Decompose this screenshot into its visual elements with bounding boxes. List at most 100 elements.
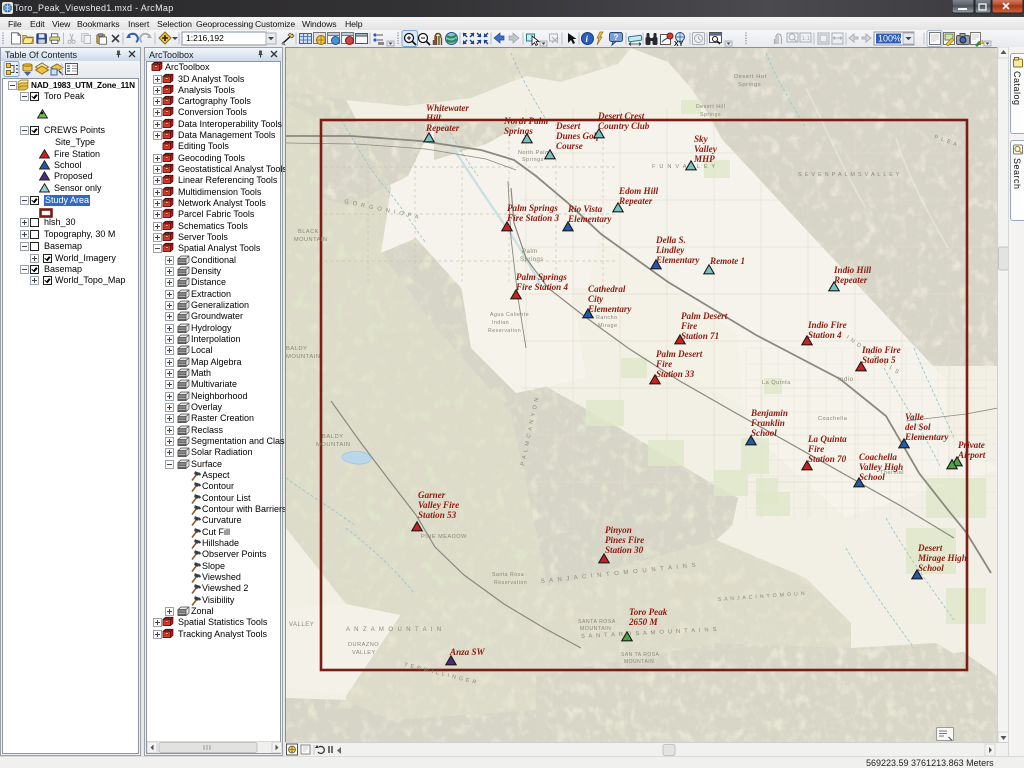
svg-text:Cathedral: Cathedral	[588, 284, 626, 294]
svg-text:Fire: Fire	[680, 321, 697, 331]
svg-text:del Sol: del Sol	[905, 422, 931, 432]
svg-text:Fire: Fire	[655, 359, 672, 369]
svg-text:Garner: Garner	[418, 490, 446, 500]
svg-text:Station 33: Station 33	[656, 369, 695, 379]
svg-text:Santa Rosa: Santa Rosa	[492, 572, 524, 578]
svg-text:Valle: Valle	[905, 412, 924, 422]
svg-text:1:1: 1:1	[802, 36, 811, 42]
svg-text:Elementary: Elementary	[655, 255, 700, 265]
svg-text:Hill: Hill	[425, 113, 441, 123]
svg-text:Edom Hill: Edom Hill	[618, 186, 659, 196]
svg-text:A N Z A M O U N T A I N: A N Z A M O U N T A I N	[346, 627, 443, 633]
svg-text:Springs: Springs	[520, 257, 544, 263]
svg-text:VALLEY: VALLEY	[352, 650, 376, 656]
svg-text:Fire Station 3: Fire Station 3	[506, 213, 560, 223]
svg-text:Desert Crest: Desert Crest	[597, 111, 645, 121]
svg-text:Desert: Desert	[917, 543, 943, 553]
svg-text:Course: Course	[556, 141, 583, 151]
svg-text:Palm Springs: Palm Springs	[507, 203, 558, 213]
svg-text:BALDY: BALDY	[286, 346, 308, 352]
svg-text:Coachella: Coachella	[818, 416, 848, 422]
svg-text:Repeater: Repeater	[618, 196, 653, 206]
svg-text:School: School	[859, 472, 885, 482]
svg-text:Springs: Springs	[504, 126, 533, 136]
svg-text:Pinyon: Pinyon	[605, 525, 632, 535]
svg-text:Rio Vista: Rio Vista	[567, 204, 603, 214]
svg-text:Sky: Sky	[694, 134, 709, 144]
svg-text:Mirage High: Mirage High	[917, 553, 967, 563]
svg-text:MOUNTAIN: MOUNTAIN	[294, 237, 327, 243]
svg-text:Station 70: Station 70	[808, 454, 847, 464]
svg-text:Palm: Palm	[522, 249, 538, 255]
svg-text:BALDY: BALDY	[322, 434, 344, 440]
svg-text:Springs: Springs	[700, 112, 721, 118]
svg-text:MOUNTAIN: MOUNTAIN	[624, 659, 654, 665]
svg-text:BLACK: BLACK	[298, 229, 319, 235]
svg-text:MHP: MHP	[693, 154, 715, 164]
svg-text:Valley Fire: Valley Fire	[418, 500, 459, 510]
svg-text:MOUNTAIN: MOUNTAIN	[286, 354, 320, 360]
svg-text:100%: 100%	[878, 34, 901, 44]
svg-text:2650 M: 2650 M	[628, 617, 658, 627]
svg-text:?: ?	[614, 33, 619, 42]
svg-text:Elementary: Elementary	[587, 304, 632, 314]
svg-text:Valley High: Valley High	[859, 462, 903, 472]
svg-text:Lindley: Lindley	[655, 245, 685, 255]
svg-text:Indio Hill: Indio Hill	[833, 265, 872, 275]
svg-text:Desert: Desert	[555, 121, 581, 131]
svg-text:Airport: Airport	[957, 450, 986, 460]
svg-text:Station 53: Station 53	[418, 510, 457, 520]
svg-text:North Palm: North Palm	[503, 116, 548, 126]
svg-text:Mirage: Mirage	[598, 323, 617, 329]
svg-text:Indio Fire: Indio Fire	[861, 345, 901, 355]
svg-text:Desert Hot: Desert Hot	[734, 74, 767, 80]
svg-text:Fire Station 4: Fire Station 4	[515, 282, 569, 292]
svg-text:PINE MEADOW: PINE MEADOW	[421, 534, 467, 540]
svg-text:Springs: Springs	[522, 157, 544, 163]
svg-text:Elementary: Elementary	[904, 432, 949, 442]
svg-text:North Palm: North Palm	[518, 150, 550, 156]
svg-text:Anza SW: Anza SW	[449, 647, 486, 657]
svg-text:SANTA ROSA: SANTA ROSA	[578, 619, 616, 625]
svg-text:Springs: Springs	[738, 82, 761, 88]
svg-text:School: School	[751, 428, 777, 438]
svg-text:S E V E N P A L M S V A L: S E V E N P A L M S V A L L E Y	[798, 172, 900, 178]
svg-text:Station 5: Station 5	[862, 355, 896, 365]
svg-text:Palm Desert: Palm Desert	[681, 311, 728, 321]
svg-text:Palm Springs: Palm Springs	[516, 272, 567, 282]
svg-text:La Quinta: La Quinta	[807, 434, 847, 444]
svg-text:Toro Peak: Toro Peak	[629, 607, 668, 617]
svg-text:City: City	[588, 294, 604, 304]
svg-text:Rancho: Rancho	[596, 315, 618, 321]
svg-text:Indio Fire: Indio Fire	[807, 320, 847, 330]
svg-text:Station 4: Station 4	[808, 330, 842, 340]
svg-text:Country Club: Country Club	[598, 121, 650, 131]
svg-text:Whitewater: Whitewater	[426, 103, 469, 113]
svg-text:Private: Private	[958, 440, 985, 450]
svg-text:Repeater: Repeater	[833, 275, 868, 285]
svg-text:Agua Caliente: Agua Caliente	[490, 312, 529, 318]
svg-text:Repeater: Repeater	[425, 123, 460, 133]
svg-text:Benjamin: Benjamin	[750, 408, 788, 418]
svg-text:SAN TA ROSA: SAN TA ROSA	[621, 652, 660, 658]
svg-text:Dunes Golf: Dunes Golf	[555, 131, 600, 141]
svg-text:Coachella: Coachella	[859, 452, 897, 462]
svg-text:Franklin: Franklin	[750, 418, 785, 428]
svg-text:Station 30: Station 30	[605, 545, 644, 555]
svg-text:Della S.: Della S.	[655, 235, 686, 245]
svg-text:Elementary: Elementary	[567, 214, 612, 224]
svg-text:Remote 1: Remote 1	[709, 256, 745, 266]
svg-text:Reservation: Reservation	[494, 580, 527, 586]
svg-text:Fire: Fire	[807, 444, 824, 454]
svg-text:F U N V A L L E Y: F U N V A L L E Y	[652, 164, 716, 170]
svg-text:Pines Fire: Pines Fire	[605, 535, 644, 545]
svg-text:Indian: Indian	[492, 320, 509, 326]
svg-text:La Quinta: La Quinta	[762, 380, 791, 386]
svg-text:Desert Hill: Desert Hill	[696, 104, 725, 110]
svg-text:Palm Desert: Palm Desert	[656, 349, 703, 359]
svg-text:MOUNTAIN: MOUNTAIN	[316, 442, 350, 448]
svg-text:DURAZNO: DURAZNO	[348, 642, 379, 648]
svg-text:Valley: Valley	[694, 144, 718, 154]
svg-text:Indio: Indio	[838, 377, 854, 383]
svg-text:VALLEY: VALLEY	[289, 622, 314, 628]
